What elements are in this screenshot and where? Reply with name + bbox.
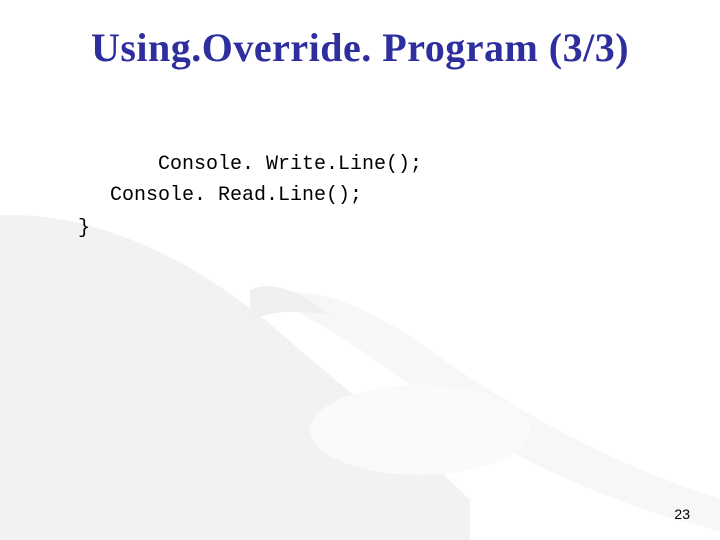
code-block: Console. Write.Line(); Console. Read.Lin… xyxy=(110,118,422,306)
code-line-2: Console. Read.Line(); xyxy=(110,184,362,207)
code-line-1: Console. Write.Line(); xyxy=(158,153,422,176)
slide: Using.Override. Program (3/3) Console. W… xyxy=(0,0,720,540)
code-close-brace: } xyxy=(78,213,422,244)
page-number: 23 xyxy=(674,506,690,522)
slide-title: Using.Override. Program (3/3) xyxy=(0,24,720,71)
